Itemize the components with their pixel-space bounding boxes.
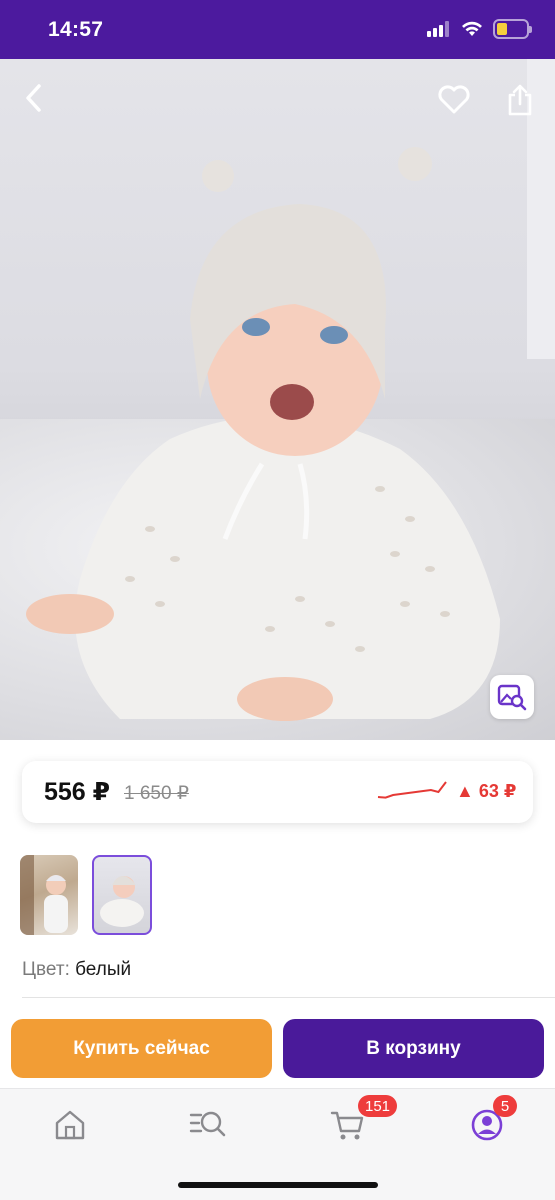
back-button[interactable]	[12, 76, 56, 120]
color-value: белый	[75, 959, 132, 980]
status-bar: 14:57	[0, 0, 555, 59]
battery-level	[497, 23, 507, 35]
tab-cart[interactable]: 151	[328, 1095, 398, 1143]
thumb-2[interactable]	[92, 855, 152, 935]
thumbnail-image	[20, 855, 68, 935]
status-time: 14:57	[48, 18, 104, 41]
tab-profile[interactable]: 5	[467, 1095, 517, 1143]
price-history-line	[377, 781, 447, 799]
wifi-icon	[462, 21, 482, 36]
image-search-icon	[497, 684, 527, 711]
current-price: 556 ₽	[44, 778, 111, 806]
catalog-search-icon	[189, 1111, 226, 1137]
thumbnail-strip	[20, 855, 152, 935]
add-to-cart-button[interactable]: В корзину	[283, 1019, 544, 1078]
thumb-1[interactable]	[20, 855, 78, 935]
price-change[interactable]: ▲ 63 ₽	[456, 781, 516, 802]
price-card: 556 ₽ 1 650 ₽ ▲ 63 ₽	[22, 761, 533, 823]
cart-badge: 151	[358, 1095, 398, 1117]
thumbnail-image	[100, 876, 144, 927]
baby-illustration	[26, 147, 500, 721]
color-label: Цвет:	[22, 959, 70, 980]
visual-search-button[interactable]	[490, 675, 534, 719]
old-price: 1 650 ₽	[124, 783, 189, 804]
share-button[interactable]	[498, 78, 542, 122]
divider	[22, 997, 555, 998]
product-photo[interactable]	[0, 59, 555, 740]
chevron-left-icon	[26, 84, 41, 112]
price-history-chart[interactable]	[377, 777, 447, 803]
cellular-signal-icon	[427, 21, 449, 37]
status-icons	[427, 19, 532, 39]
tab-home[interactable]	[50, 1107, 90, 1143]
profile-badge: 5	[493, 1095, 517, 1117]
favorite-button[interactable]	[432, 78, 476, 122]
tab-catalog[interactable]	[188, 1107, 228, 1143]
buy-now-button[interactable]: Купить сейчас	[11, 1019, 272, 1078]
share-icon	[508, 84, 532, 116]
battery-icon	[493, 19, 532, 39]
color-row: Цвет: белый	[22, 959, 131, 981]
heart-icon	[438, 85, 470, 114]
home-icon	[55, 1110, 85, 1140]
home-indicator	[178, 1182, 378, 1188]
